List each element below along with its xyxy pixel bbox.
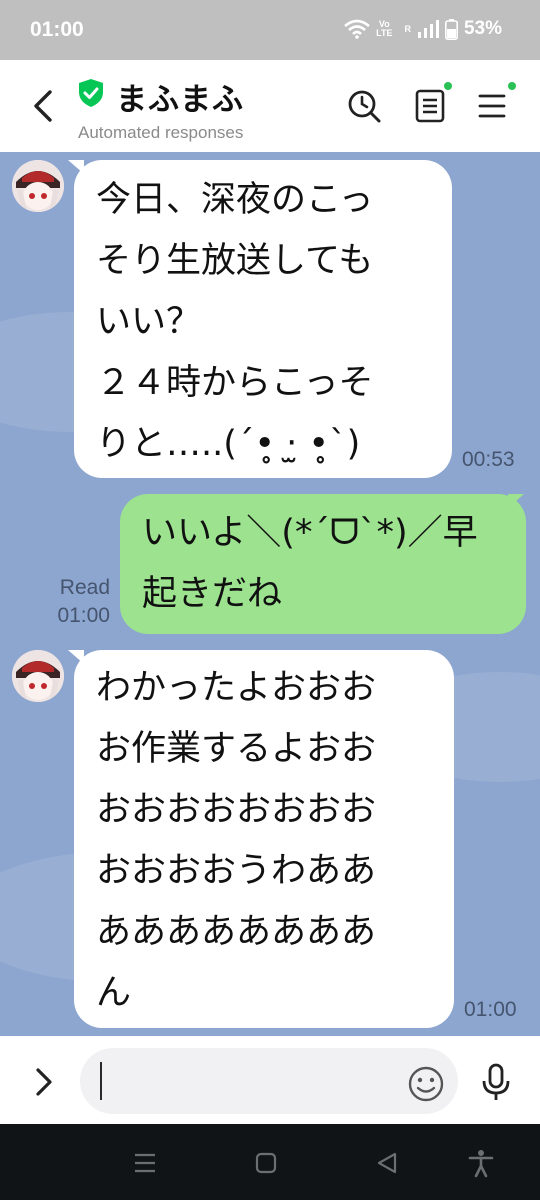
message-line: いい？ [96,302,202,342]
message-line: おおおおおおおお [96,790,377,830]
message-bubble-incoming[interactable]: わかったよおおお お作業するよおお おおおおおおおお おおおおうわああ ああああ… [74,650,454,1028]
volte-indicator: Vo LTE [376,20,392,38]
chat-area[interactable]: 今日、深夜のこっ そり生放送しても いい？ ２４時からこっそ りと…..(´•̥… [0,152,540,1036]
message-line: ２４時からこっそ [96,363,374,403]
wifi-icon [344,19,370,39]
message-line: 今日、深夜のこっ [96,180,374,220]
message-line: 起きだね [142,574,283,614]
chat-header: まふまふ Automated responses [0,60,540,152]
chevron-right-icon[interactable] [30,1064,58,1100]
message-line: わかったよおおお [96,668,377,708]
message-line: おおおおうわああ [96,851,377,891]
message-line: ん [96,973,132,1013]
system-navigation-bar [0,1124,540,1200]
battery-icon [444,18,458,40]
message-bubble-incoming[interactable]: 今日、深夜のこっ そり生放送しても いい？ ２４時からこっそ りと…..(´•̥… [74,160,452,478]
message-line: お作業するよおお [96,729,377,769]
avatar[interactable] [12,650,64,702]
message-line: ああああああああ [96,912,377,952]
text-caret [100,1062,102,1100]
message-line: いいよ＼(*´ᗜ`*)／早 [142,513,478,553]
message-line: そり生放送しても [96,241,374,281]
menu-icon[interactable] [472,86,512,126]
chat-subtitle: Automated responses [78,123,244,142]
composer-bar [0,1036,540,1124]
emoji-icon[interactable] [406,1064,446,1104]
signal-icon [417,20,439,38]
avatar-image [12,650,64,702]
status-time: 01:00 [30,18,84,41]
accessibility-icon[interactable] [466,1148,496,1178]
status-bar: 01:00 Vo LTE R 53% [0,0,540,60]
read-receipt: Read 01:00 [30,574,110,630]
avatar-image [12,160,64,212]
history-search-icon[interactable] [344,86,384,126]
recent-apps-icon[interactable] [130,1148,160,1178]
message-bubble-outgoing[interactable]: いいよ＼(*´ᗜ`*)／早 起きだね [120,494,526,634]
message-timestamp: 01:00 [57,604,110,627]
message-line: りと…..(´•̥ ‧̫ •̥`) [96,424,361,464]
chat-title[interactable]: まふまふ [116,74,244,119]
status-icons: Vo LTE R 53% [344,18,502,40]
battery-percent: 53% [463,18,502,39]
microphone-icon[interactable] [478,1062,514,1102]
roaming-indicator: R [404,24,411,34]
home-icon[interactable] [251,1148,281,1178]
avatar[interactable] [12,160,64,212]
notes-icon[interactable] [410,86,450,126]
notes-badge [444,82,452,90]
verified-shield-icon [79,79,103,107]
message-timestamp: 01:00 [464,998,517,1021]
back-icon[interactable] [26,86,62,126]
menu-badge [508,82,516,90]
volte-bottom: LTE [376,28,393,38]
back-nav-icon[interactable] [372,1148,402,1178]
message-timestamp: 00:53 [462,448,515,471]
message-input[interactable] [80,1048,458,1114]
read-status: Read [59,576,110,599]
